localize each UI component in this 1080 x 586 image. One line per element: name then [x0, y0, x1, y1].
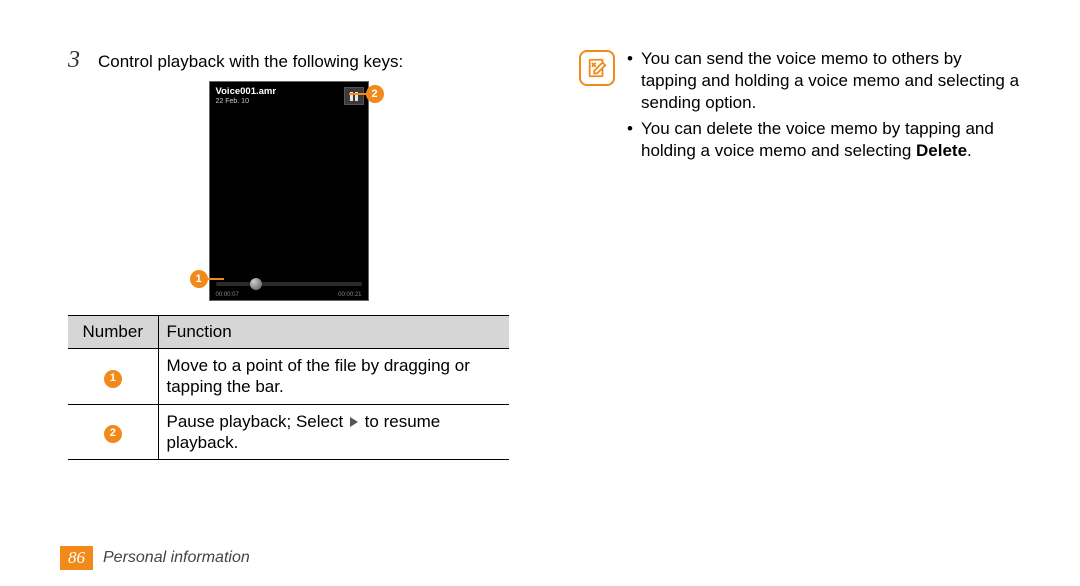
- row-badge-2: 2: [104, 425, 122, 443]
- row-2-function: Pause playback; Select to resume playbac…: [158, 404, 509, 460]
- left-column: 3 Control playback with the following ke…: [68, 48, 509, 460]
- phone-screenshot: Voice001.amr 22 Feb. 10 00:00:07 00:00:2…: [194, 81, 384, 301]
- footer-section: Personal information: [103, 549, 250, 567]
- scrub-area: [210, 282, 368, 286]
- function-table: Number Function 1 Move to a point of the…: [68, 315, 509, 460]
- note-icon: [579, 50, 615, 86]
- scrub-knob[interactable]: [250, 278, 262, 290]
- page-footer: 86 Personal information: [60, 546, 250, 570]
- callout-1-line: [206, 278, 224, 280]
- note-block: You can send the voice memo to others by…: [579, 48, 1020, 166]
- play-icon: [350, 417, 358, 427]
- callout-2: 2: [366, 85, 384, 103]
- scrub-track[interactable]: [216, 282, 362, 286]
- table-row: 1 Move to a point of the file by draggin…: [68, 349, 509, 405]
- step-number: 3: [68, 48, 86, 72]
- note-item-2: You can delete the voice memo by tapping…: [627, 118, 1020, 162]
- table-row: 2 Pause playback; Select to resume playb…: [68, 404, 509, 460]
- callout-2-line: [349, 93, 367, 95]
- th-function: Function: [158, 316, 509, 349]
- page-number: 86: [60, 546, 93, 570]
- note-list: You can send the voice memo to others by…: [627, 48, 1020, 166]
- time-total: 00:00:21: [338, 292, 361, 298]
- row-badge-1: 1: [104, 370, 122, 388]
- time-current: 00:00:07: [216, 292, 239, 298]
- phone-times: 00:00:07 00:00:21: [216, 292, 362, 298]
- phone-body: [210, 105, 368, 255]
- row-1-function: Move to a point of the file by dragging …: [158, 349, 509, 405]
- th-number: Number: [68, 316, 158, 349]
- step-text: Control playback with the following keys…: [98, 48, 403, 73]
- pause-button[interactable]: [344, 87, 364, 105]
- phone-screen: Voice001.amr 22 Feb. 10 00:00:07 00:00:2…: [209, 81, 369, 301]
- right-column: You can send the voice memo to others by…: [579, 48, 1020, 460]
- phone-filename: Voice001.amr: [216, 86, 277, 97]
- phone-header: Voice001.amr 22 Feb. 10: [210, 82, 368, 105]
- note-item-1: You can send the voice memo to others by…: [627, 48, 1020, 114]
- step-3: 3 Control playback with the following ke…: [68, 48, 509, 73]
- phone-date: 22 Feb. 10: [216, 98, 277, 105]
